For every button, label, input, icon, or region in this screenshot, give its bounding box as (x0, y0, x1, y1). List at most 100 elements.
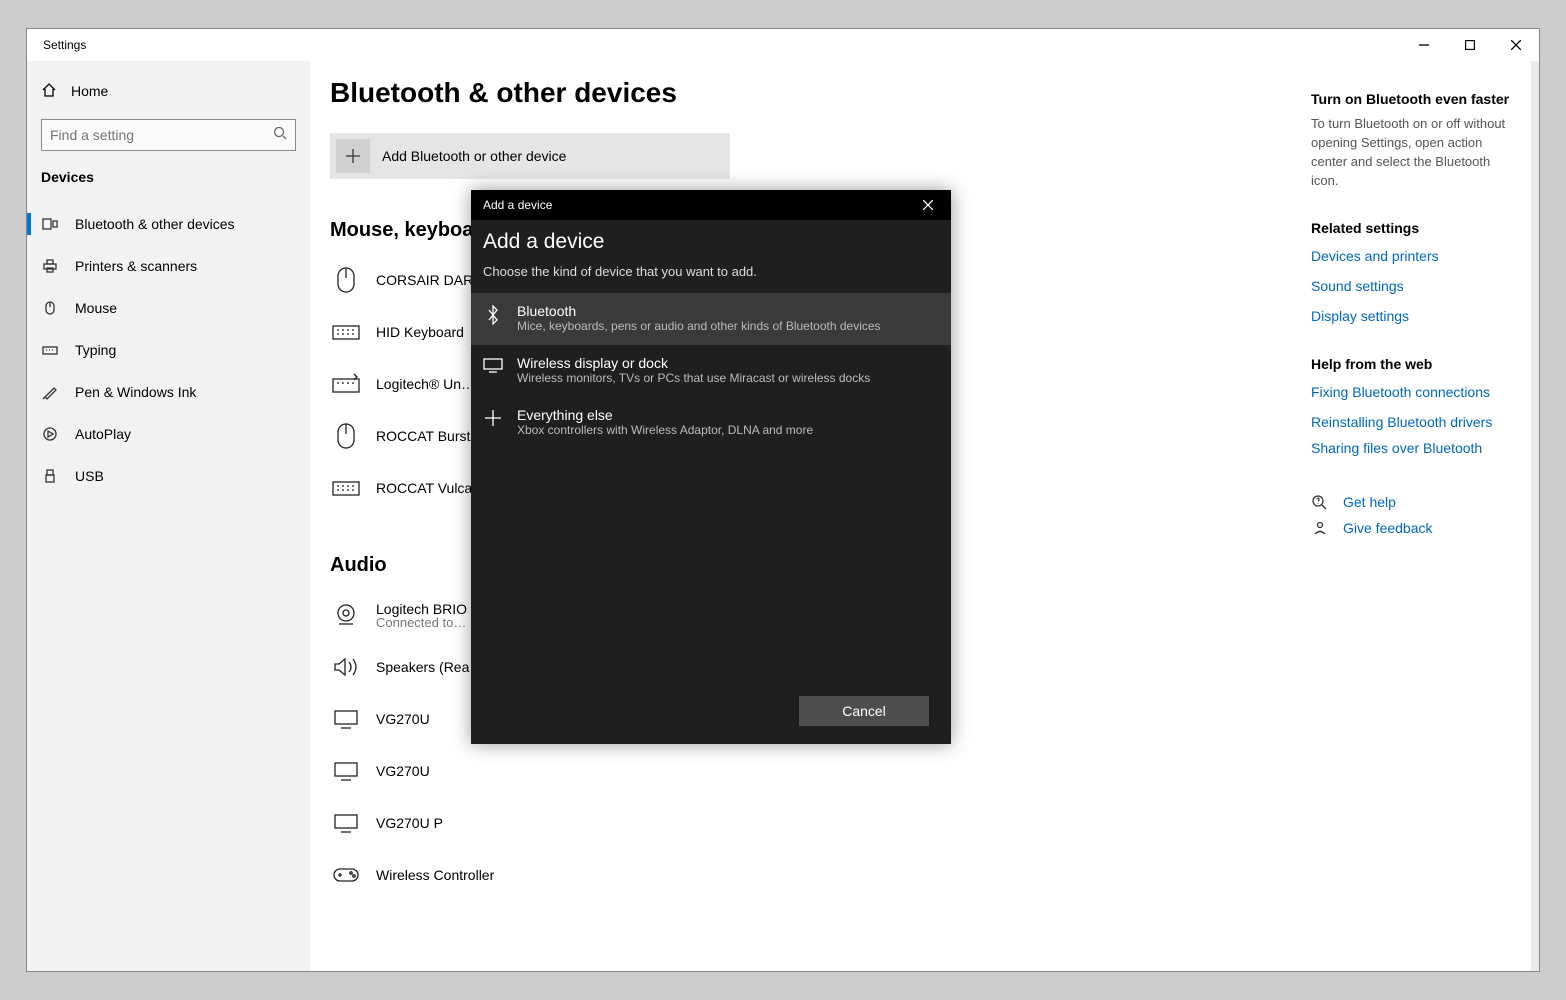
window-title: Settings (27, 38, 86, 52)
device-name: Wireless Controller (376, 867, 494, 883)
maximize-button[interactable] (1447, 29, 1493, 61)
pen-icon (41, 384, 59, 400)
printer-icon (41, 258, 59, 274)
device-name: HID Keyboard (376, 324, 464, 340)
monitor-icon (330, 807, 362, 839)
link-sound-settings[interactable]: Sound settings (1311, 278, 1511, 294)
keyboard-icon (330, 316, 362, 348)
tip-title: Turn on Bluetooth even faster (1311, 91, 1511, 107)
gamepad-icon (330, 859, 362, 891)
device-name: VG270U (376, 711, 430, 727)
device-row[interactable]: VG270U (330, 745, 1281, 797)
camera-icon (330, 599, 362, 631)
devices-icon (41, 216, 59, 232)
device-sub: Connected to… (376, 615, 467, 630)
sidebar-item-label: Bluetooth & other devices (75, 216, 235, 232)
device-row[interactable]: Wireless Controller (330, 849, 1281, 901)
sidebar-item-mouse[interactable]: Mouse (27, 287, 310, 329)
search-icon (273, 126, 287, 145)
link-display-settings[interactable]: Display settings (1311, 308, 1511, 324)
bluetooth-icon (483, 303, 503, 325)
sidebar-item-usb[interactable]: USB (27, 455, 310, 497)
minimize-button[interactable] (1401, 29, 1447, 61)
sidebar-item-printers[interactable]: Printers & scanners (27, 245, 310, 287)
feedback-icon (1311, 520, 1329, 536)
sidebar: Home Devices Bluetooth & other devices (27, 61, 310, 971)
dialog-title: Add a device (471, 226, 951, 258)
settings-window: Settings Home (26, 28, 1540, 972)
sidebar-item-autoplay[interactable]: AutoPlay (27, 413, 310, 455)
cancel-button[interactable]: Cancel (799, 696, 929, 726)
monitor-icon (330, 755, 362, 787)
display-icon (483, 355, 503, 373)
device-name: ROCCAT Burst… (376, 428, 484, 444)
option-desc: Mice, keyboards, pens or audio and other… (517, 319, 881, 333)
mouse-icon (330, 420, 362, 452)
sidebar-item-label: Mouse (75, 300, 117, 316)
dialog-subtitle: Choose the kind of device that you want … (471, 258, 951, 293)
give-feedback-link[interactable]: Give feedback (1311, 520, 1511, 536)
option-desc: Wireless monitors, TVs or PCs that use M… (517, 371, 870, 385)
close-button[interactable] (1493, 29, 1539, 61)
link-fix-bt[interactable]: Fixing Bluetooth connections (1311, 384, 1511, 400)
tip-body: To turn Bluetooth on or off without open… (1311, 115, 1511, 190)
add-device-row[interactable]: Add Bluetooth or other device (330, 133, 730, 179)
dialog-close-button[interactable] (905, 190, 951, 220)
option-everything-else[interactable]: Everything else Xbox controllers with Wi… (471, 397, 951, 449)
search-field[interactable] (50, 127, 273, 143)
device-name: ROCCAT Vulca… (376, 480, 486, 496)
page-title: Bluetooth & other devices (330, 77, 1281, 109)
plus-icon (336, 139, 370, 173)
link-share-bt[interactable]: Sharing files over Bluetooth (1311, 440, 1511, 456)
option-title: Everything else (517, 407, 813, 423)
mouse-icon (41, 300, 59, 316)
add-device-dialog: Add a device Add a device Choose the kin… (471, 190, 951, 744)
add-device-label: Add Bluetooth or other device (382, 148, 566, 164)
sidebar-home[interactable]: Home (27, 71, 310, 111)
speaker-icon (330, 651, 362, 683)
option-wireless-display[interactable]: Wireless display or dock Wireless monito… (471, 345, 951, 397)
sidebar-item-label: Pen & Windows Ink (75, 384, 196, 400)
get-help-link[interactable]: Get help (1311, 494, 1511, 510)
autoplay-icon (41, 426, 59, 442)
monitor-icon (330, 703, 362, 735)
sidebar-item-label: AutoPlay (75, 426, 131, 442)
usb-icon (41, 468, 59, 484)
link-reinstall-bt[interactable]: Reinstalling Bluetooth drivers (1311, 414, 1511, 430)
help-head: Help from the web (1311, 356, 1511, 372)
device-name: VG270U P (376, 815, 443, 831)
sidebar-item-label: Typing (75, 342, 116, 358)
give-feedback-label: Give feedback (1343, 520, 1433, 536)
title-bar: Settings (27, 29, 1539, 61)
option-title: Wireless display or dock (517, 355, 870, 371)
link-devices-printers[interactable]: Devices and printers (1311, 248, 1511, 264)
sidebar-home-label: Home (71, 83, 108, 99)
sidebar-item-pen[interactable]: Pen & Windows Ink (27, 371, 310, 413)
sidebar-item-bluetooth[interactable]: Bluetooth & other devices (27, 203, 310, 245)
keyboard-icon (41, 342, 59, 358)
mouse-icon (330, 264, 362, 296)
device-name: Speakers (Rea… (376, 659, 483, 675)
keyboard-icon (330, 472, 362, 504)
related-pane: Turn on Bluetooth even faster To turn Bl… (1301, 61, 1531, 971)
option-desc: Xbox controllers with Wireless Adaptor, … (517, 423, 813, 437)
help-icon (1311, 494, 1329, 510)
sidebar-nav: Bluetooth & other devices Printers & sca… (27, 203, 310, 497)
sidebar-item-label: Printers & scanners (75, 258, 197, 274)
sidebar-item-label: USB (75, 468, 104, 484)
option-title: Bluetooth (517, 303, 881, 319)
dialog-bar-title: Add a device (483, 198, 552, 212)
search-input[interactable] (41, 119, 296, 151)
related-head: Related settings (1311, 220, 1511, 236)
option-bluetooth[interactable]: Bluetooth Mice, keyboards, pens or audio… (471, 293, 951, 345)
get-help-label: Get help (1343, 494, 1396, 510)
sidebar-category: Devices (27, 161, 310, 203)
sidebar-item-typing[interactable]: Typing (27, 329, 310, 371)
device-row[interactable]: VG270U P (330, 797, 1281, 849)
plus-icon (483, 407, 503, 427)
keyboard-icon (330, 368, 362, 400)
device-name: VG270U (376, 763, 430, 779)
home-icon (41, 82, 57, 101)
dialog-titlebar: Add a device (471, 190, 951, 220)
scrollbar[interactable] (1531, 61, 1539, 971)
